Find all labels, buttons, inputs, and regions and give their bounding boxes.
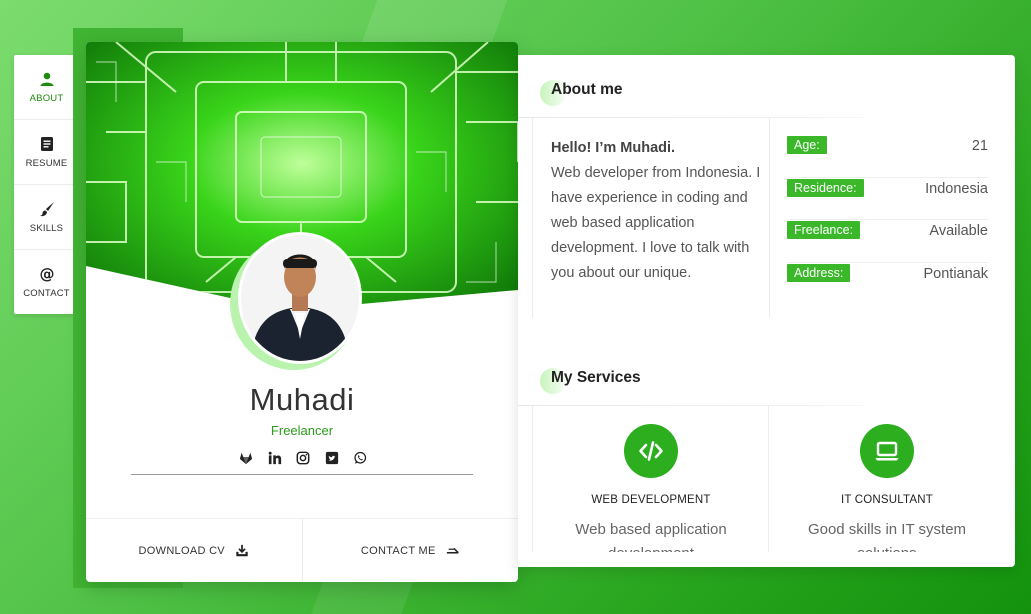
profile-name: Muhadi	[249, 382, 355, 417]
service-title: IT CONSULTANT	[840, 494, 934, 506]
info-row-address: Address: Pontianak	[787, 263, 988, 306]
gitlab-link[interactable]	[238, 450, 254, 466]
info-row-residence: Residence: Indonesia	[787, 178, 988, 220]
service-icon	[860, 424, 914, 478]
info-key: Age:	[787, 136, 827, 154]
instagram-link[interactable]	[295, 450, 311, 466]
download-cv-label: DOWNLOAD CV	[138, 544, 225, 557]
code-icon	[639, 441, 663, 461]
side-nav: ABOUT RESUME SKILLS @ CONTACT	[14, 55, 79, 314]
services-title: My Services	[551, 369, 641, 386]
content-panel: About me Hello! I’m Muhadi. Web develope…	[518, 55, 1015, 567]
personal-info: Age: 21 Residence: Indonesia Freelance: …	[787, 135, 988, 305]
nav-item-skills[interactable]: SKILLS	[14, 185, 79, 250]
service-icon	[624, 424, 678, 478]
service-item-web-development: WEB DEVELOPMENT Web based application de…	[532, 406, 768, 552]
brush-icon	[39, 201, 54, 216]
gitlab-icon	[239, 452, 253, 465]
about-greeting: Hello! I’m Muhadi.	[551, 140, 676, 156]
service-item-it-consultant: IT CONSULTANT Good skills in IT system s…	[768, 406, 1004, 552]
whatsapp-link[interactable]	[352, 450, 368, 466]
service-description: Good skills in IT system solutions	[807, 521, 967, 552]
contact-me-button[interactable]: CONTACT ME	[303, 519, 519, 582]
send-arrow-icon	[446, 547, 459, 554]
info-key: Freelance:	[787, 221, 861, 239]
info-key: Residence:	[787, 178, 864, 197]
info-value: 21	[971, 138, 988, 154]
svg-text:@: @	[39, 266, 54, 282]
whatsapp-icon	[354, 451, 367, 464]
linkedin-icon	[268, 451, 281, 465]
linkedin-link[interactable]	[267, 450, 283, 466]
info-value: Indonesia	[925, 180, 988, 197]
services-list: WEB DEVELOPMENT Web based application de…	[532, 406, 1004, 552]
nav-label: ABOUT	[29, 92, 64, 104]
document-icon	[40, 136, 53, 151]
service-description: Web based application development	[575, 521, 727, 552]
twitter-link[interactable]	[324, 450, 340, 466]
info-key: Address:	[787, 263, 851, 282]
service-title: WEB DEVELOPMENT	[591, 494, 711, 506]
person-icon	[40, 72, 53, 86]
nav-label: SKILLS	[29, 222, 64, 234]
instagram-icon	[296, 451, 310, 465]
download-cv-button[interactable]: DOWNLOAD CV	[86, 519, 303, 582]
about-bio: Hello! I’m Muhadi. Web developer from In…	[532, 118, 770, 318]
about-title: About me	[551, 81, 623, 98]
about-bio-text: Web developer from Indonesia. I have exp…	[551, 165, 761, 281]
info-row-age: Age: 21	[787, 135, 988, 178]
profile-photo	[241, 235, 359, 361]
profile-divider	[131, 474, 473, 475]
nav-item-resume[interactable]: RESUME	[14, 120, 79, 185]
nav-item-contact[interactable]: @ CONTACT	[14, 250, 79, 315]
laptop-icon	[875, 441, 899, 461]
profile-actions: DOWNLOAD CV CONTACT ME	[86, 518, 518, 582]
at-icon: @	[39, 266, 54, 282]
profile-card: Muhadi Freelancer DOWNLOAD CV CONTACT ME	[86, 42, 518, 582]
nav-label: RESUME	[25, 157, 68, 169]
download-icon	[236, 544, 248, 556]
contact-me-label: CONTACT ME	[360, 544, 436, 557]
nav-item-about[interactable]: ABOUT	[14, 55, 79, 120]
info-row-freelance: Freelance: Available	[787, 220, 988, 263]
social-links	[238, 450, 368, 466]
nav-label: CONTACT	[23, 288, 70, 299]
twitter-icon	[325, 451, 338, 465]
info-value: Pontianak	[923, 265, 989, 282]
info-value: Available	[929, 223, 988, 239]
avatar	[238, 232, 362, 364]
profile-role: Freelancer	[270, 423, 334, 438]
